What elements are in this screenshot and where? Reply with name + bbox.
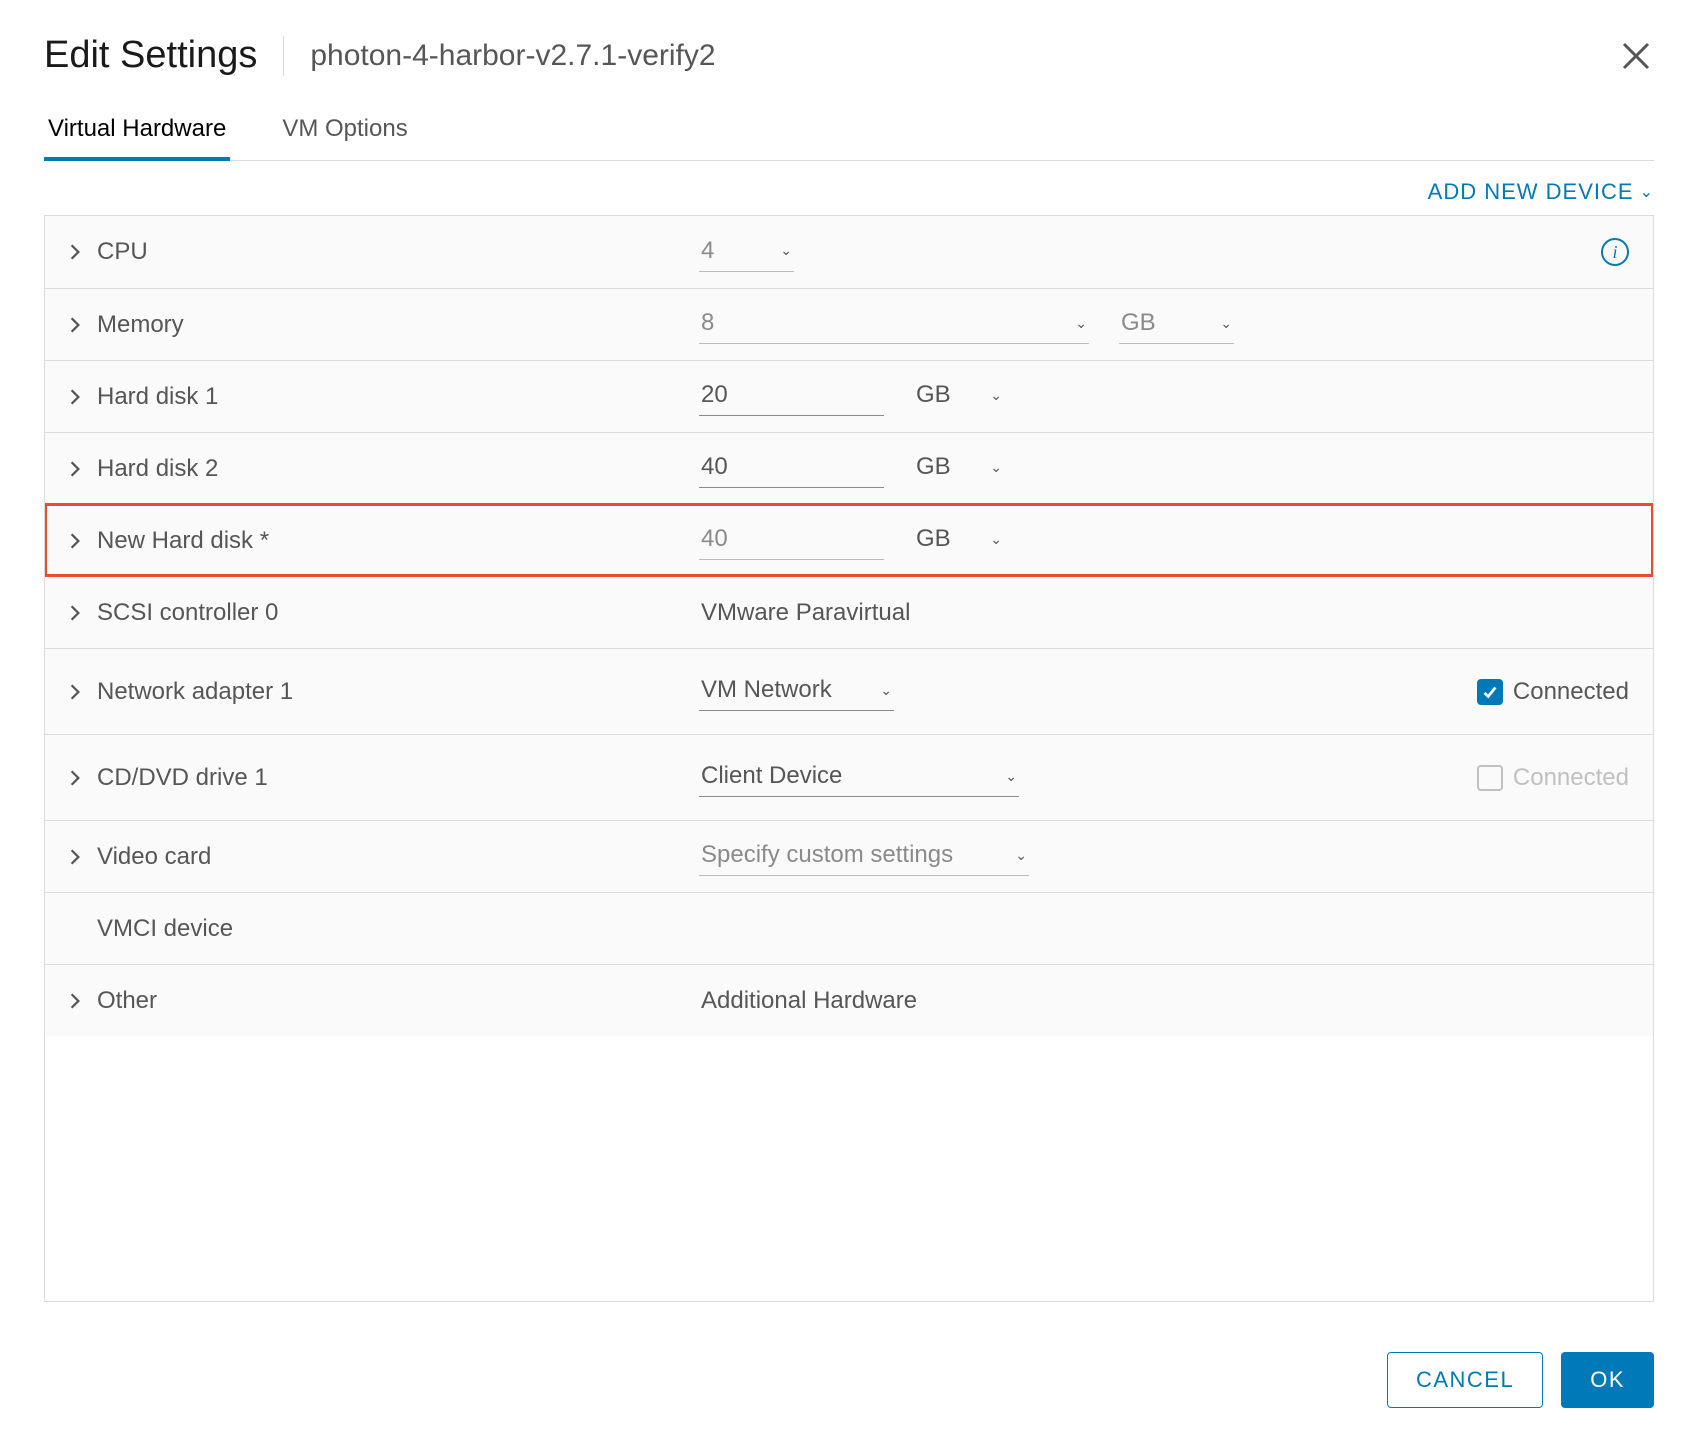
dialog-footer: CANCEL OK: [44, 1302, 1654, 1408]
chevron-down-icon: ⌄: [780, 242, 792, 259]
row-scsi-controller: SCSI controller 0 VMware Paravirtual: [45, 576, 1653, 648]
chevron-right-icon[interactable]: [69, 388, 83, 406]
memory-label: Memory: [97, 311, 184, 339]
scsi-value: VMware Paravirtual: [699, 595, 912, 631]
add-device-label: ADD NEW DEVICE: [1428, 179, 1634, 205]
hd1-unit-select[interactable]: GB ⌄: [914, 377, 1004, 416]
memory-input[interactable]: 8 ⌄: [699, 305, 1089, 344]
cd-connected-label: Connected: [1513, 764, 1629, 792]
row-new-hard-disk: New Hard disk * 40 GB ⌄: [45, 504, 1653, 576]
tab-vm-options[interactable]: VM Options: [278, 105, 411, 161]
newhd-value: 40: [701, 525, 728, 553]
chevron-down-icon: ⌄: [990, 459, 1002, 476]
row-video-card: Video card Specify custom settings ⌄: [45, 820, 1653, 892]
chevron-right-icon[interactable]: [69, 532, 83, 550]
chevron-right-icon[interactable]: [69, 769, 83, 787]
dialog-title: Edit Settings: [44, 34, 257, 77]
row-cpu: CPU 4 ⌄ i: [45, 216, 1653, 288]
chevron-down-icon: ⌄: [1640, 182, 1654, 202]
hd2-value: 40: [701, 453, 728, 481]
cpu-select[interactable]: 4 ⌄: [699, 233, 794, 272]
chevron-right-icon[interactable]: [69, 243, 83, 261]
chevron-down-icon: ⌄: [990, 387, 1002, 404]
row-other: Other Additional Hardware: [45, 964, 1653, 1036]
video-settings-select[interactable]: Specify custom settings ⌄: [699, 837, 1029, 876]
hd2-label: Hard disk 2: [97, 455, 218, 483]
net-connected-label: Connected: [1513, 678, 1629, 706]
newhd-unit-select[interactable]: GB ⌄: [914, 521, 1004, 560]
vmci-label: VMCI device: [97, 915, 233, 943]
chevron-right-icon[interactable]: [69, 604, 83, 622]
hd1-value: 20: [701, 381, 728, 409]
chevron-right-icon[interactable]: [69, 683, 83, 701]
row-vmci: VMCI device: [45, 892, 1653, 964]
chevron-down-icon: ⌄: [1015, 847, 1027, 864]
newhd-label: New Hard disk *: [97, 527, 269, 555]
cancel-button[interactable]: CANCEL: [1387, 1352, 1543, 1408]
memory-value: 8: [701, 309, 714, 337]
chevron-down-icon: ⌄: [990, 531, 1002, 548]
video-label: Video card: [97, 843, 211, 871]
cpu-value: 4: [701, 237, 714, 265]
memory-unit-select[interactable]: GB ⌄: [1119, 305, 1234, 344]
network-connected-checkbox[interactable]: [1477, 679, 1503, 705]
net-value: VM Network: [701, 676, 832, 704]
memory-unit: GB: [1121, 309, 1156, 337]
hd2-unit-select[interactable]: GB ⌄: [914, 449, 1004, 488]
chevron-right-icon[interactable]: [69, 992, 83, 1010]
hd2-unit: GB: [916, 453, 951, 481]
tab-virtual-hardware[interactable]: Virtual Hardware: [44, 105, 230, 161]
row-hard-disk-2: Hard disk 2 40 GB ⌄: [45, 432, 1653, 504]
other-value: Additional Hardware: [699, 983, 919, 1019]
network-select[interactable]: VM Network ⌄: [699, 672, 894, 711]
cd-label: CD/DVD drive 1: [97, 764, 268, 792]
chevron-down-icon: ⌄: [1220, 315, 1232, 332]
hardware-grid: CPU 4 ⌄ i Memory 8 ⌄: [44, 215, 1654, 1302]
vm-name: photon-4-harbor-v2.7.1-verify2: [310, 39, 715, 73]
scsi-label: SCSI controller 0: [97, 599, 278, 627]
ok-button[interactable]: OK: [1561, 1352, 1654, 1408]
row-hard-disk-1: Hard disk 1 20 GB ⌄: [45, 360, 1653, 432]
video-value: Specify custom settings: [701, 841, 953, 869]
chevron-down-icon: ⌄: [1005, 768, 1017, 785]
edit-settings-dialog: Edit Settings photon-4-harbor-v2.7.1-ver…: [0, 0, 1698, 1438]
hd2-size-input[interactable]: 40: [699, 449, 884, 488]
newhd-unit: GB: [916, 525, 951, 553]
chevron-right-icon[interactable]: [69, 460, 83, 478]
cd-connected-checkbox: [1477, 765, 1503, 791]
hd1-unit: GB: [916, 381, 951, 409]
other-label: Other: [97, 987, 157, 1015]
row-cd-dvd: CD/DVD drive 1 Client Device ⌄ Connected: [45, 734, 1653, 820]
cd-device-select[interactable]: Client Device ⌄: [699, 758, 1019, 797]
row-memory: Memory 8 ⌄ GB ⌄: [45, 288, 1653, 360]
toolbar: ADD NEW DEVICE ⌄: [44, 161, 1654, 215]
cd-value: Client Device: [701, 762, 842, 790]
net-label: Network adapter 1: [97, 678, 293, 706]
chevron-down-icon: ⌄: [1075, 315, 1087, 332]
chevron-right-icon[interactable]: [69, 848, 83, 866]
chevron-right-icon[interactable]: [69, 316, 83, 334]
add-new-device-button[interactable]: ADD NEW DEVICE ⌄: [1428, 179, 1654, 205]
close-icon[interactable]: [1618, 38, 1654, 74]
hd1-label: Hard disk 1: [97, 383, 218, 411]
info-icon[interactable]: i: [1601, 238, 1629, 266]
hd1-size-input[interactable]: 20: [699, 377, 884, 416]
row-network-adapter: Network adapter 1 VM Network ⌄ Connected: [45, 648, 1653, 734]
header-divider: [283, 36, 284, 76]
tab-bar: Virtual Hardware VM Options: [44, 105, 1654, 161]
dialog-header: Edit Settings photon-4-harbor-v2.7.1-ver…: [44, 20, 1654, 105]
newhd-size-input[interactable]: 40: [699, 521, 884, 560]
cpu-label: CPU: [97, 238, 148, 266]
chevron-down-icon: ⌄: [880, 682, 892, 699]
